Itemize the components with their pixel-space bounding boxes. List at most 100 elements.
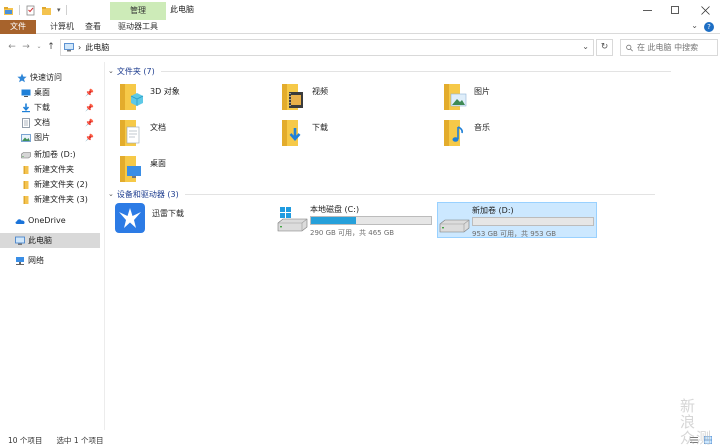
collapse-caret-icon[interactable]: ⌄ — [108, 190, 114, 198]
minimize-icon — [642, 9, 652, 11]
status-bar: 10 个项目 选中 1 个项目 — [0, 432, 720, 448]
folder-desktop[interactable]: 桌面 — [118, 154, 278, 188]
drive-usage-fill — [311, 217, 357, 224]
sidebar-item-this-pc[interactable]: 此电脑 — [0, 233, 100, 248]
computer-icon — [64, 43, 74, 52]
sidebar-item-label: 此电脑 — [28, 236, 52, 245]
search-box[interactable] — [620, 39, 718, 56]
breadcrumb[interactable]: 此电脑 — [85, 42, 109, 53]
tab-computer[interactable]: 计算机 — [42, 20, 82, 34]
context-tab-manage[interactable]: 管理 — [110, 2, 166, 20]
pin-icon[interactable]: 📌 — [85, 104, 94, 112]
pin-icon[interactable]: 📌 — [85, 119, 94, 127]
selected-count: 选中 1 个项目 — [56, 435, 104, 445]
folder-videos[interactable]: 视频 — [280, 82, 440, 116]
help-icon[interactable]: ? — [704, 22, 714, 32]
refresh-icon: ↻ — [600, 42, 609, 52]
sidebar-item-label: 新建文件夹 (2) — [34, 180, 88, 189]
music-folder-icon — [444, 120, 463, 146]
folders-group-header[interactable]: ⌄ 文件夹 (7) — [108, 65, 671, 77]
group-title: 设备和驱动器 (3) — [116, 189, 179, 199]
window-title: 此电脑 — [170, 5, 194, 14]
content-pane: ⌄ 文件夹 (7) 3D 对象 视频 图片 文档 下载 音乐 桌面 ⌄ 设备和驱… — [108, 62, 718, 430]
folder-3d-objects[interactable]: 3D 对象 — [118, 82, 278, 116]
folder-downloads[interactable]: 下载 — [280, 118, 440, 152]
sidebar-item-new-folder[interactable]: 新建文件夹 — [0, 162, 100, 177]
watermark: 新 浪 众测 — [679, 397, 712, 447]
sidebar-item-label: 新加卷 (D:) — [34, 150, 76, 159]
sidebar-item-label: OneDrive — [28, 216, 66, 225]
tab-view[interactable]: 查看 — [82, 20, 104, 34]
drive-icon — [21, 151, 31, 158]
toolbar-separator — [65, 5, 67, 15]
sidebar-item-quick-access[interactable]: 快速访问 — [0, 70, 100, 85]
picture-icon — [21, 133, 31, 142]
video-folder-icon — [282, 84, 303, 110]
properties-icon[interactable] — [25, 5, 36, 16]
windows-drive-icon — [277, 207, 308, 232]
pane-divider[interactable] — [104, 62, 105, 430]
sidebar-item-downloads[interactable]: 下载 📌 — [0, 100, 100, 115]
device-xunlei[interactable]: 迅雷下载 — [114, 202, 274, 238]
device-drive-c[interactable]: 本地磁盘 (C:) 290 GB 可用，共 465 GB — [276, 202, 436, 238]
sidebar-item-drive-d[interactable]: 新加卷 (D:) — [0, 147, 100, 162]
tab-drive-tools[interactable]: 驱动器工具 — [110, 20, 166, 34]
sidebar-item-network[interactable]: 网络 — [0, 253, 100, 268]
collapse-caret-icon[interactable]: ⌄ — [108, 67, 114, 75]
refresh-button[interactable]: ↻ — [596, 39, 613, 56]
back-arrow-icon[interactable]: ← — [6, 40, 18, 54]
network-icon — [16, 256, 24, 265]
up-arrow-icon[interactable]: ↑ — [45, 40, 57, 54]
folder-music[interactable]: 音乐 — [442, 118, 602, 152]
sidebar-item-new-folder-3[interactable]: 新建文件夹 (3) — [0, 192, 100, 207]
explorer-icon[interactable] — [3, 5, 14, 16]
tab-file[interactable]: 文件 — [0, 20, 36, 34]
sidebar-item-documents[interactable]: 文档 📌 — [0, 115, 100, 130]
address-dropdown-icon[interactable]: ⌄ — [582, 42, 589, 51]
folder-label: 3D 对象 — [150, 87, 180, 96]
desktop-icon — [21, 89, 31, 97]
sidebar-item-pictures[interactable]: 图片 📌 — [0, 130, 100, 145]
navigation-bar: ← → ⌄ ↑ › 此电脑 ⌄ ↻ — [0, 36, 720, 58]
close-button[interactable] — [690, 0, 720, 20]
search-input[interactable] — [637, 43, 717, 52]
folder-label: 下载 — [312, 123, 328, 132]
expand-ribbon-icon[interactable]: ⌄ — [691, 21, 698, 30]
sidebar-item-label: 新建文件夹 (3) — [34, 195, 88, 204]
maximize-button[interactable] — [660, 0, 690, 20]
sidebar-item-label: 快速访问 — [30, 73, 62, 82]
documents-folder-icon — [120, 120, 140, 146]
breadcrumb-separator[interactable]: › — [78, 43, 81, 52]
folder-documents[interactable]: 文档 — [118, 118, 278, 152]
sidebar-item-label: 新建文件夹 — [34, 165, 74, 174]
devices-group-header[interactable]: ⌄ 设备和驱动器 (3) — [108, 188, 655, 200]
folder-label: 视频 — [312, 87, 328, 96]
forward-arrow-icon[interactable]: → — [20, 40, 32, 54]
sidebar-item-desktop[interactable]: 桌面 📌 — [0, 85, 100, 100]
device-label: 本地磁盘 (C:) — [310, 205, 360, 214]
title-bar: ▾ 管理 此电脑 — [0, 0, 720, 20]
sidebar-item-new-folder-2[interactable]: 新建文件夹 (2) — [0, 177, 100, 192]
search-icon — [626, 44, 633, 51]
ribbon-tabs: 文件 计算机 查看 驱动器工具 ⌄ ? — [0, 20, 720, 34]
pin-icon[interactable]: 📌 — [85, 89, 94, 97]
folder-label: 音乐 — [474, 123, 490, 132]
document-icon — [22, 117, 30, 128]
new-folder-icon[interactable] — [41, 5, 52, 16]
folder-pictures[interactable]: 图片 — [442, 82, 602, 116]
customize-qat-icon[interactable]: ▾ — [57, 6, 61, 14]
group-divider — [160, 70, 671, 72]
sidebar-item-label: 图片 — [34, 133, 50, 142]
minimize-button[interactable] — [632, 0, 662, 20]
device-drive-d[interactable]: 新加卷 (D:) 953 GB 可用，共 953 GB — [437, 202, 597, 238]
group-title: 文件夹 (7) — [116, 66, 155, 76]
address-bar[interactable]: › 此电脑 ⌄ — [60, 39, 594, 56]
recent-locations-icon[interactable]: ⌄ — [33, 40, 45, 54]
item-count: 10 个项目 — [8, 435, 43, 445]
sidebar-item-onedrive[interactable]: OneDrive — [0, 213, 100, 228]
pin-icon[interactable]: 📌 — [85, 134, 94, 142]
drive-size-text: 290 GB 可用，共 465 GB — [310, 229, 395, 237]
xunlei-icon — [115, 203, 145, 233]
drive-size-text: 953 GB 可用，共 953 GB — [472, 230, 557, 238]
drive-usage-bar — [472, 217, 594, 226]
